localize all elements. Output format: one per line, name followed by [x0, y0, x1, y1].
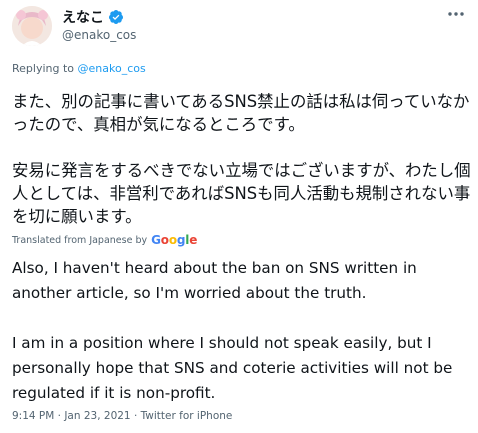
tweet-text: また、別の記事に書いてあるSNS禁止の話は私は伺っていなかったので、真相が気にな… — [12, 92, 471, 226]
translation-label[interactable]: Translated from Japanese by — [12, 235, 147, 246]
tweet-source[interactable]: Twitter for iPhone — [141, 410, 233, 422]
user-names: えなこ @enako_cos — [62, 8, 136, 42]
replying-to: Replying to @enako_cos — [12, 62, 146, 75]
tweet-date[interactable]: Jan 23, 2021 — [64, 410, 130, 422]
avatar[interactable] — [12, 6, 52, 46]
tweet-meta: 9:14 PM · Jan 23, 2021 · Twitter for iPh… — [12, 410, 232, 422]
meta-separator: · — [54, 410, 65, 422]
google-logo: Google — [151, 233, 198, 247]
meta-separator: · — [130, 410, 141, 422]
more-options-icon[interactable] — [446, 6, 466, 22]
translated-text: Also, I haven't heard about the ban on S… — [12, 259, 453, 402]
avatar-image — [12, 6, 52, 46]
replying-to-prefix: Replying to — [12, 62, 78, 75]
user-handle[interactable]: @enako_cos — [62, 28, 136, 42]
tweet-time[interactable]: 9:14 PM — [12, 410, 54, 422]
translation-attribution: Translated from Japanese by Google — [12, 233, 197, 247]
reply-mention-link[interactable]: @enako_cos — [78, 62, 146, 75]
verified-badge-icon — [108, 10, 123, 24]
tweet-header: えなこ @enako_cos — [12, 6, 466, 50]
display-name[interactable]: えなこ — [62, 7, 104, 27]
